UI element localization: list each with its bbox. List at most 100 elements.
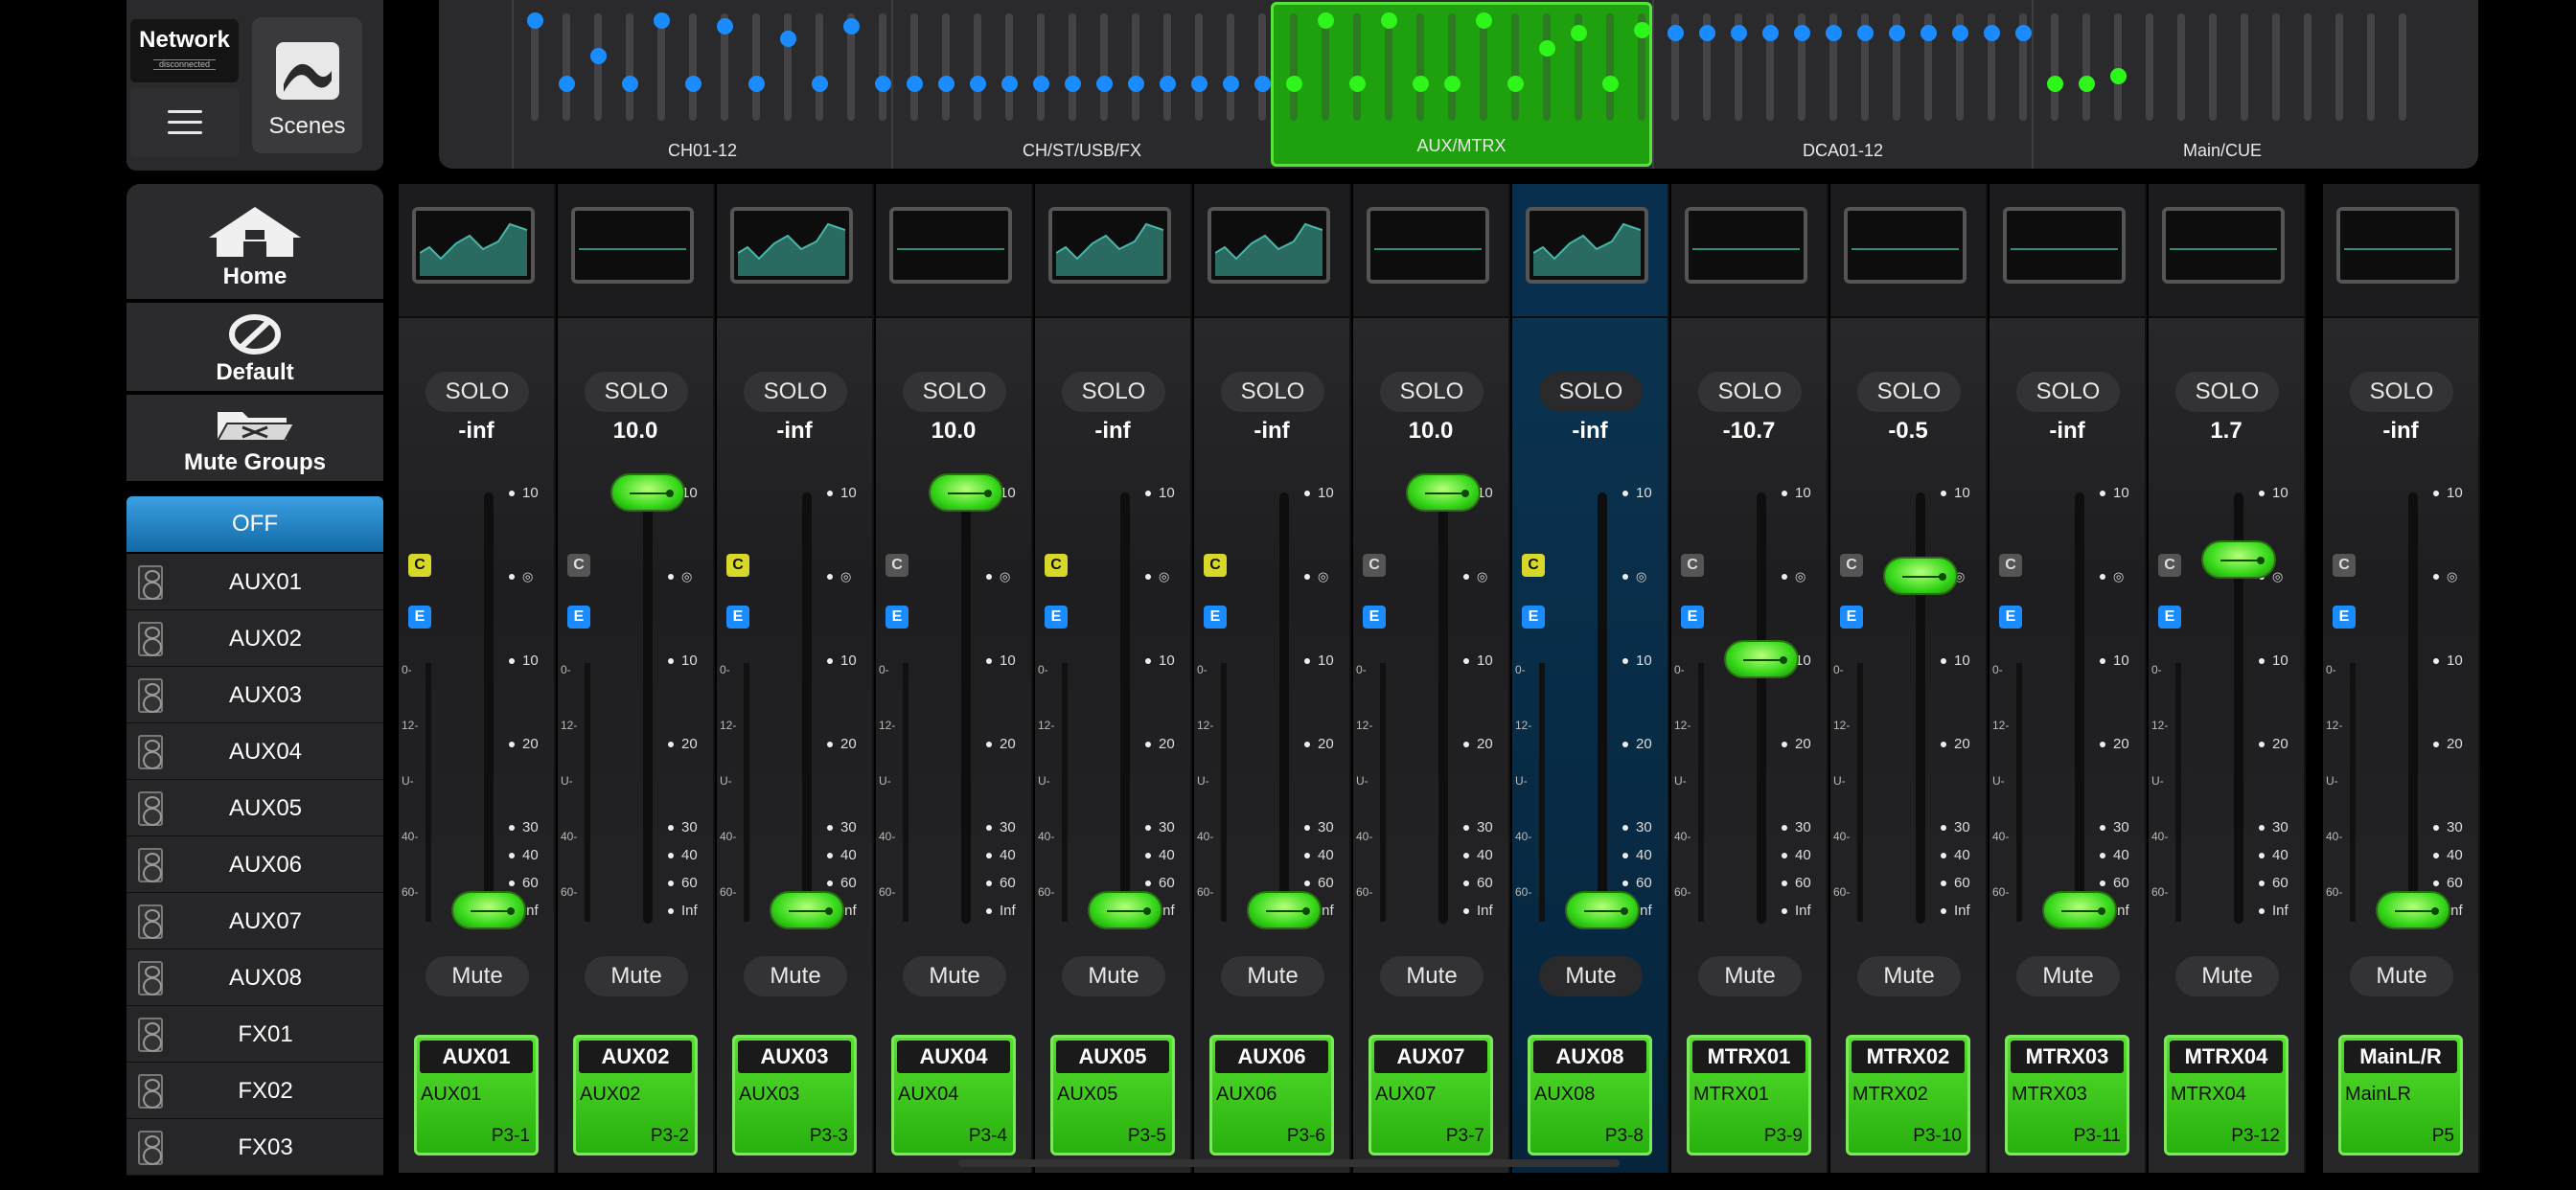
mute-button[interactable]: Mute	[426, 956, 529, 996]
solo-button[interactable]: SOLO	[426, 372, 529, 412]
channel-name-card[interactable]: AUX01 AUX01 P3-1	[414, 1035, 539, 1156]
solo-button[interactable]: SOLO	[585, 372, 688, 412]
eq-curve-display[interactable]	[730, 207, 853, 284]
fader-knob[interactable]	[2042, 891, 2117, 929]
compressor-badge[interactable]: C	[1999, 554, 2022, 577]
eq-panel[interactable]	[876, 184, 1031, 318]
fader-track[interactable]	[1120, 492, 1130, 924]
eq-curve-display[interactable]	[1685, 207, 1807, 284]
mute-button[interactable]: Mute	[1857, 956, 1961, 996]
list-item[interactable]: AUX06	[126, 836, 383, 893]
eq-badge[interactable]: E	[1840, 606, 1863, 629]
compressor-badge[interactable]: C	[1204, 554, 1227, 577]
solo-button[interactable]: SOLO	[2016, 372, 2120, 412]
fader-track[interactable]	[802, 492, 812, 924]
fader-knob[interactable]	[1883, 557, 1958, 596]
off-button[interactable]: OFF	[126, 496, 383, 552]
compressor-badge[interactable]: C	[1363, 554, 1386, 577]
mute-button[interactable]: Mute	[2350, 956, 2453, 996]
eq-panel[interactable]	[1990, 184, 2145, 318]
list-item[interactable]: FX03	[126, 1119, 383, 1176]
solo-button[interactable]: SOLO	[1062, 372, 1165, 412]
list-item[interactable]: AUX02	[126, 610, 383, 667]
eq-badge[interactable]: E	[408, 606, 431, 629]
channel-name-card[interactable]: AUX03 AUX03 P3-3	[732, 1035, 857, 1156]
eq-curve-display[interactable]	[1367, 207, 1489, 284]
list-item[interactable]: AUX07	[126, 893, 383, 950]
eq-curve-display[interactable]	[889, 207, 1012, 284]
compressor-badge[interactable]: C	[1681, 554, 1704, 577]
eq-badge[interactable]: E	[1045, 606, 1068, 629]
eq-panel[interactable]	[558, 184, 713, 318]
eq-badge[interactable]: E	[886, 606, 908, 629]
list-item[interactable]: FX01	[126, 1006, 383, 1063]
mute-button[interactable]: Mute	[2175, 956, 2279, 996]
eq-curve-display[interactable]	[412, 207, 535, 284]
eq-curve-display[interactable]	[1526, 207, 1648, 284]
channel-name-card[interactable]: AUX05 AUX05 P3-5	[1050, 1035, 1175, 1156]
eq-badge[interactable]: E	[726, 606, 749, 629]
fader-track[interactable]	[1757, 492, 1766, 924]
channel-name-card[interactable]: MainL/R MainLR P5	[2338, 1035, 2463, 1156]
fader-knob[interactable]	[1247, 891, 1322, 929]
list-item[interactable]: AUX04	[126, 723, 383, 780]
mute-button[interactable]: Mute	[903, 956, 1006, 996]
compressor-badge[interactable]: C	[2333, 554, 2356, 577]
fader-knob[interactable]	[2376, 891, 2450, 929]
solo-button[interactable]: SOLO	[1221, 372, 1324, 412]
fader-track[interactable]	[643, 492, 653, 924]
fader-knob[interactable]	[2201, 539, 2276, 579]
compressor-badge[interactable]: C	[567, 554, 590, 577]
fader-track[interactable]	[961, 492, 971, 924]
eq-badge[interactable]: E	[1522, 606, 1545, 629]
list-item[interactable]: AUX05	[126, 780, 383, 836]
eq-curve-display[interactable]	[2003, 207, 2126, 284]
fader-track[interactable]	[2075, 492, 2084, 924]
compressor-badge[interactable]: C	[1840, 554, 1863, 577]
list-item[interactable]: FX02	[126, 1063, 383, 1119]
eq-badge[interactable]: E	[2158, 606, 2181, 629]
solo-button[interactable]: SOLO	[1698, 372, 1802, 412]
eq-curve-display[interactable]	[571, 207, 694, 284]
eq-badge[interactable]: E	[1204, 606, 1227, 629]
eq-panel[interactable]	[1035, 184, 1190, 318]
compressor-badge[interactable]: C	[2158, 554, 2181, 577]
compressor-badge[interactable]: C	[1522, 554, 1545, 577]
channel-name-card[interactable]: AUX08 AUX08 P3-8	[1528, 1035, 1652, 1156]
fader-track[interactable]	[484, 492, 494, 924]
solo-button[interactable]: SOLO	[744, 372, 847, 412]
solo-button[interactable]: SOLO	[1380, 372, 1484, 412]
network-status[interactable]: Network disconnected	[130, 19, 239, 82]
eq-panel[interactable]	[2323, 184, 2478, 318]
mute-button[interactable]: Mute	[1380, 956, 1484, 996]
eq-panel[interactable]	[399, 184, 554, 318]
eq-badge[interactable]: E	[2333, 606, 2356, 629]
solo-button[interactable]: SOLO	[2350, 372, 2453, 412]
eq-curve-display[interactable]	[1208, 207, 1330, 284]
home-button[interactable]: Home	[126, 184, 383, 299]
fader-knob[interactable]	[451, 891, 526, 929]
mute-button[interactable]: Mute	[744, 956, 847, 996]
solo-button[interactable]: SOLO	[903, 372, 1006, 412]
mute-button[interactable]: Mute	[2016, 956, 2120, 996]
eq-curve-display[interactable]	[1844, 207, 1966, 284]
eq-badge[interactable]: E	[1999, 606, 2022, 629]
channel-name-card[interactable]: MTRX02 MTRX02 P3-10	[1846, 1035, 1970, 1156]
solo-button[interactable]: SOLO	[1539, 372, 1643, 412]
compressor-badge[interactable]: C	[1045, 554, 1068, 577]
default-button[interactable]: Default	[126, 303, 383, 391]
channel-overview[interactable]: CH01-12 CH/ST/USB/FX AUX/MTRX DCA01-12 M…	[439, 0, 2478, 169]
eq-curve-display[interactable]	[2162, 207, 2285, 284]
list-item[interactable]: AUX01	[126, 554, 383, 610]
channel-name-card[interactable]: AUX07 AUX07 P3-7	[1368, 1035, 1493, 1156]
mute-button[interactable]: Mute	[1539, 956, 1643, 996]
eq-badge[interactable]: E	[567, 606, 590, 629]
mute-button[interactable]: Mute	[1221, 956, 1324, 996]
fader-knob[interactable]	[610, 473, 685, 512]
fader-track[interactable]	[1598, 492, 1607, 924]
eq-panel[interactable]	[1671, 184, 1827, 318]
channel-name-card[interactable]: MTRX04 MTRX04 P3-12	[2164, 1035, 2288, 1156]
channel-name-card[interactable]: MTRX01 MTRX01 P3-9	[1687, 1035, 1811, 1156]
fader-track[interactable]	[2408, 492, 2418, 924]
fader-knob[interactable]	[1565, 891, 1640, 929]
